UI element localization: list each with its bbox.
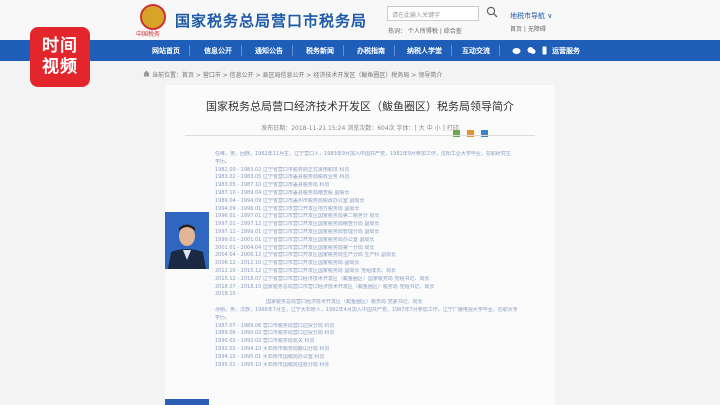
main-nav: 网站首页 信息公开 通知公告 税务新闻 办税指南 纳税人学堂 互动交流 运营服务	[0, 40, 720, 61]
site-header: 中国税务 国家税务总局营口市税务局 请在此输入关键字 热词： 个人所得税 | 综…	[0, 0, 720, 40]
bio-line: 2001.01 - 2004.04 辽宁省营口市营口开发区国家税务局第一分局 局…	[215, 244, 375, 251]
bio-line: 孙刚，男，汉族，1966年7月生，辽宁大石桥人，1992年4月加入中国共产党，1…	[215, 306, 518, 313]
bio-line: 1989.06 - 1990.02 营口市税务局营口边贸分局 科员	[215, 330, 335, 337]
bio-line: 1995.01 - 1995.10 大石桥市国税局征收分局 科长	[215, 361, 330, 368]
leader-photo	[165, 212, 209, 269]
bio-line: 1997.12 - 1999.01 辽宁省营口市营口开发区国家税务局管理分局 副…	[215, 228, 380, 235]
bio-line: 1999.01 - 2001.01 辽宁省营口市营口开发区国家税务局办公室 副局…	[215, 236, 375, 243]
bio-line: 1983.05 - 1987.10 辽宁省营口市盖县税务局 科员	[215, 182, 330, 189]
nav-separator	[394, 45, 395, 56]
nav-item-school[interactable]: 纳税人学堂	[407, 46, 442, 56]
hot-words[interactable]: 热词： 个人所得税 | 综合查	[388, 26, 462, 35]
divider	[185, 135, 535, 136]
bio-line: 1994.09 - 1996.01 辽宁省营口市营口开发区地方税务局 副局长	[215, 205, 360, 212]
nav-item-service[interactable]: 运营服务	[552, 46, 580, 56]
article-meta: 发布日期：2018-11-21 15:24 浏览次数：604次 字体：[ 大 中…	[261, 125, 459, 132]
wechat-icon[interactable]	[527, 46, 536, 55]
emblem-caption: 中国税务	[136, 31, 161, 38]
browser-page: 中国税务 国家税务总局营口市税务局 请在此输入关键字 热词： 个人所得税 | 综…	[0, 0, 720, 405]
bio-line: 国家税务总局营口经济技术开发区（鲅鱼圈区）税务局 党委书记、局长	[266, 299, 423, 306]
watermark-line1: 时间	[42, 36, 78, 56]
nav-item-notice[interactable]: 通知公告	[255, 46, 283, 56]
nav-item-interact[interactable]: 互动交流	[462, 46, 490, 56]
breadcrumb[interactable]: 当前位置：首页 > 营口市 > 信息公开 > 县区局信息公开 > 经济技术开发区…	[142, 70, 442, 79]
watermark-line2: 视频	[42, 57, 78, 77]
nav-item-news[interactable]: 税务新闻	[306, 46, 334, 56]
share-icons	[453, 122, 490, 141]
bio-line: 2006.12 - 2012.10 辽宁省营口市营口开发区国家税务局 副局长	[215, 260, 360, 267]
bio-line: 学历。	[215, 158, 231, 165]
nav-item-guide[interactable]: 办税指南	[357, 46, 385, 56]
mobile-icon[interactable]	[540, 46, 549, 55]
nav-separator	[499, 45, 500, 56]
watermark-logo: 时间 视频	[30, 27, 90, 87]
bio-line: 1994.10 - 1995.01 大石桥市国税局办公室 科员	[215, 353, 325, 360]
nav-guide-links[interactable]: 首页 | 无障碍	[510, 24, 546, 33]
leader-photo-2	[165, 399, 209, 405]
nav-separator	[189, 45, 190, 56]
nav-item-home[interactable]: 网站首页	[152, 46, 180, 56]
bio-line: 学历。	[215, 314, 231, 321]
bio-line: 1989.04 - 1994.09 辽宁省营口市盖州市税务局税政办公室 副局长	[215, 197, 365, 204]
search-icon[interactable]	[486, 6, 498, 18]
bio-line: 1983.02 - 1983.05 辽宁省营口市盖县税务局税收业务 科员	[215, 174, 350, 181]
search-input[interactable]: 请在此输入关键字	[387, 6, 479, 21]
nav-separator	[451, 45, 452, 56]
nav-separator	[241, 45, 242, 56]
bio-line: 1987.07 - 1989.06 营口市税务局营口边贸分局 科员	[215, 322, 335, 329]
nav-item-info[interactable]: 信息公开	[204, 46, 232, 56]
bio-line: 1982.09 - 1983.02 辽宁省营口市税务局正式录用职员 科员	[215, 166, 350, 173]
weibo-icon[interactable]	[512, 46, 521, 55]
article-card: 国家税务总局营口经济技术开发区（鲅鱼圈区）税务局领导简介 发布日期：2018-1…	[165, 85, 555, 405]
nav-separator	[292, 45, 293, 56]
bio-line: 1996.01 - 1997.01 辽宁省营口市营口开发区国家税务局第二税务分 …	[215, 213, 380, 220]
bio-line: 2012.10 - 2015.12 辽宁省营口市营口开发区国家税务局 副局长 党…	[215, 267, 397, 274]
site-title[interactable]: 国家税务总局营口市税务局	[175, 10, 367, 31]
bio-line: 2018.07 - 2018.10 国家税务总局营口市营口经济技术开发区（鲅鱼圈…	[215, 283, 435, 290]
tax-emblem-icon	[140, 4, 166, 30]
bio-line: 任维，男，回族，1962年11月生，辽宁营口人，1983年9月加入中国共产党，1…	[215, 151, 511, 157]
bio-line: 1990.02 - 1992.02 营口市税务局机关 科员	[215, 338, 315, 345]
article-title: 国家税务总局营口经济技术开发区（鲅鱼圈区）税务局领导简介	[206, 100, 514, 113]
bio-line: 2018.10 -	[215, 291, 240, 298]
bio-line: 1987.10 - 1989.04 辽宁省营口市盖县税务局稽查股 副股长	[215, 189, 350, 196]
bio-line: 2004.04 - 2006.12 辽宁省营口市营口开发区国家税务局生产分局 生…	[215, 252, 397, 259]
bio-line: 1992.02 - 1994.10 大石桥市税务局鞍山分局 科员	[215, 345, 330, 352]
bio-line: 1997.01 - 1997.12 辽宁省营口市营口开发区国家税务局稽查分局 副…	[215, 221, 380, 228]
nav-guide-dropdown[interactable]: 地税市导航 ∨	[510, 11, 552, 21]
nav-separator	[343, 45, 344, 56]
bio-line: 2015.12 - 2018.07 辽宁省营口市营口经济技术开发区（鲅鱼圈区）国…	[215, 275, 430, 282]
bio-text: 任维，男，回族，1962年11月生，辽宁营口人，1983年9月加入中国共产党，1…	[215, 151, 545, 369]
